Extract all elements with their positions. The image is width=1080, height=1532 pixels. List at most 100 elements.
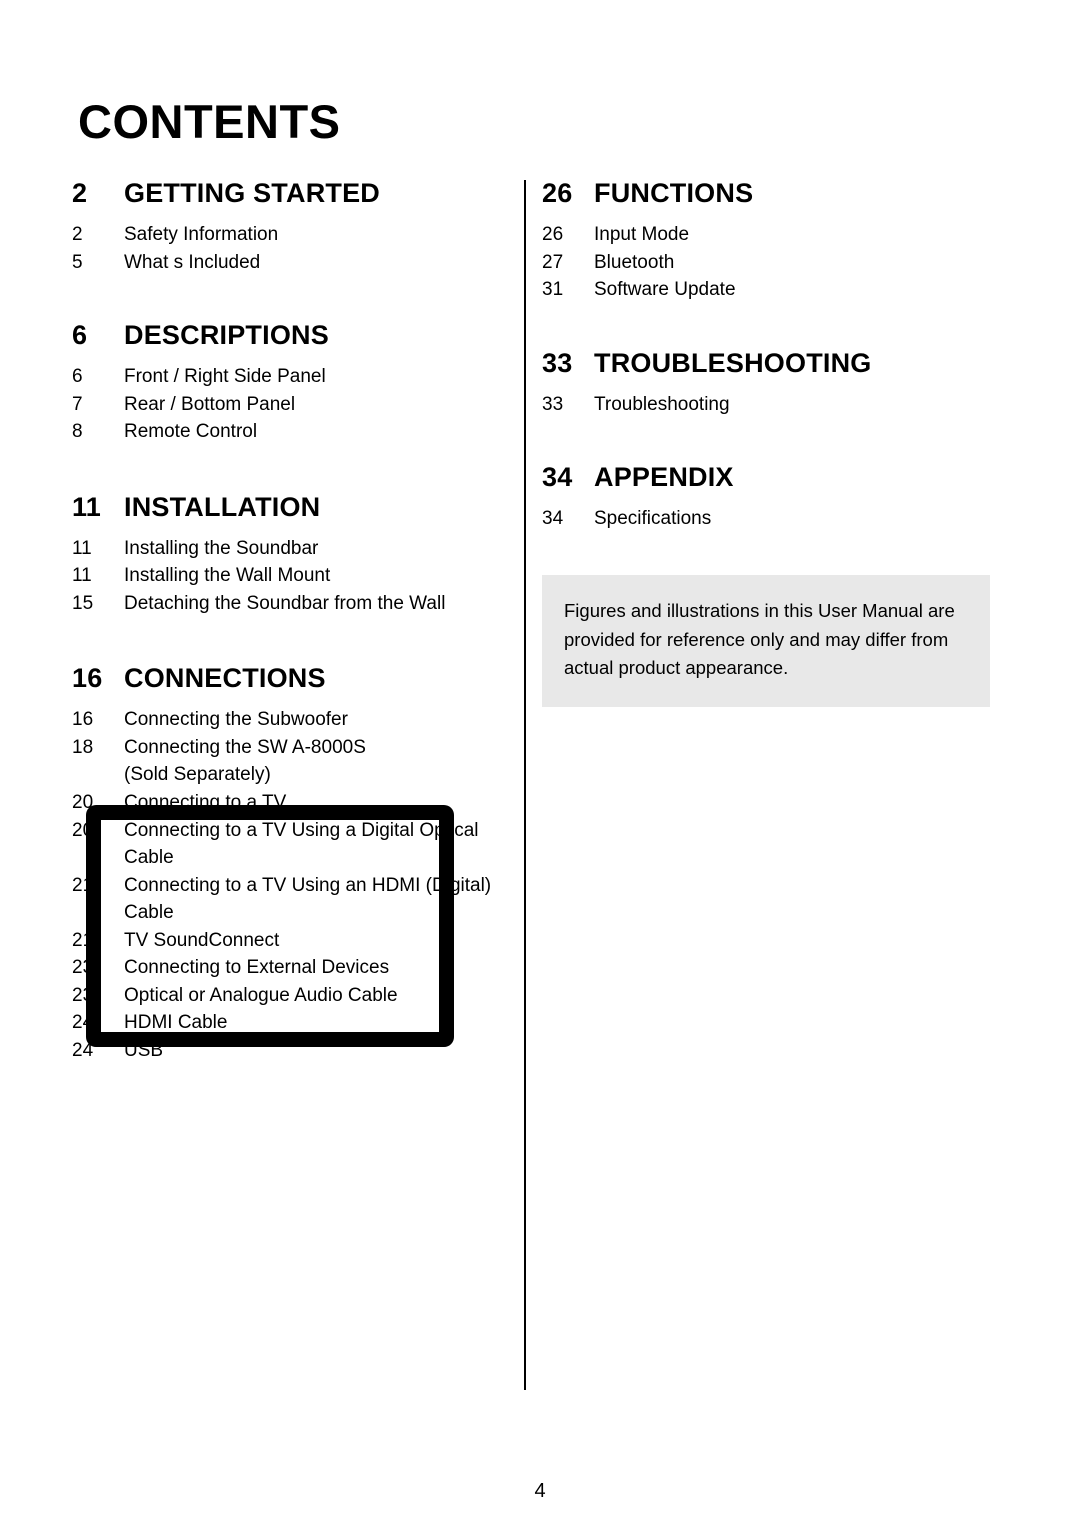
toc-entry-label-continued: Cable: [124, 847, 174, 869]
toc-entry[interactable]: 20 Connecting to a TV Using a Digital Opt…: [72, 817, 512, 872]
toc-entry[interactable]: 24 HDMI Cable: [72, 1009, 512, 1037]
toc-entry-label: Installing the Soundbar: [124, 537, 319, 559]
toc-entry[interactable]: 6 Front / Right Side Panel: [72, 363, 512, 391]
toc-section-page-number: 11: [72, 491, 101, 522]
toc-entry-page-number: 21: [72, 929, 94, 951]
toc-entry-label: Specifications: [594, 508, 712, 530]
toc-section-title: DESCRIPTIONS: [124, 320, 329, 351]
toc-entry-label: Connecting the SW A-8000S (Sold Separatel…: [124, 734, 512, 789]
toc-section-heading[interactable]: 2 GETTING STARTED: [72, 178, 512, 209]
toc-entry-list: 26 Input Mode 27 Bluetooth 31 Software Update: [542, 221, 1002, 304]
toc-entry-label: Front / Right Side Panel: [124, 366, 326, 388]
toc-entry-page-number: 6: [72, 366, 83, 388]
toc-entry-label: Software Update: [594, 279, 736, 301]
toc-entry-label: Connecting to External Devices: [124, 957, 390, 979]
toc-entry-label: HDMI Cable: [124, 1012, 228, 1034]
toc-section: 26 FUNCTIONS 26 Input Mode 27 Bluetooth 31 Soft…: [542, 178, 1002, 304]
toc-entry[interactable]: 26 Input Mode: [542, 221, 1002, 249]
toc-entry-page-number: 23: [72, 984, 94, 1006]
toc-section-title: FUNCTIONS: [594, 178, 754, 208]
toc-entry-page-number: 24: [72, 1039, 94, 1061]
toc-entry-label-continued: Cable: [124, 902, 174, 924]
toc-entry[interactable]: 5 What s Included: [72, 249, 512, 277]
toc-entry-page-number: 11: [72, 537, 92, 559]
toc-section-page-number: 2: [72, 178, 88, 208]
toc-entry[interactable]: 2 Safety Information: [72, 221, 512, 249]
toc-entry-label: Detaching the Soundbar from the Wall: [124, 592, 446, 614]
toc-section-page-number: 33: [542, 347, 573, 378]
toc-entry-page-number: 21: [72, 874, 94, 896]
toc-entry-label: Connecting to a TV Using a Digital Optic…: [124, 817, 512, 872]
toc-entry-page-number: 20: [72, 792, 94, 814]
toc-entry-page-number: 24: [72, 1012, 94, 1034]
toc-section-heading[interactable]: 26 FUNCTIONS: [542, 178, 1002, 209]
toc-entry-page-number: 23: [72, 957, 94, 979]
toc-entry-label: Rear / Bottom Panel: [124, 393, 296, 415]
toc-entry[interactable]: 16 Connecting the Subwoofer: [72, 706, 512, 734]
toc-entry-label: USB: [124, 1039, 164, 1061]
toc-entry[interactable]: 20 Connecting to a TV: [72, 789, 512, 817]
toc-entry[interactable]: 21 TV SoundConnect: [72, 927, 512, 955]
toc-section-title: TROUBLESHOOTING: [594, 347, 872, 378]
toc-section-heading[interactable]: 6 DESCRIPTIONS: [72, 320, 512, 351]
toc-entry-page-number: 5: [72, 251, 83, 273]
toc-entry-label: Optical or Analogue Audio Cable: [124, 984, 398, 1006]
toc-left-column: 2 GETTING STARTED 2 Safety Information 5 What…: [72, 178, 512, 1064]
toc-entry-page-number: 7: [72, 393, 83, 415]
toc-entry[interactable]: 27 Bluetooth: [542, 249, 1002, 277]
toc-entry-page-number: 18: [72, 736, 94, 758]
toc-entry[interactable]: 21 Connecting to a TV Using an HDMI (Digi…: [72, 872, 512, 927]
toc-entry-label: Safety Information: [124, 224, 279, 245]
toc-entry-list: 11 Installing the Soundbar 11 Installing th…: [72, 535, 512, 618]
toc-entry[interactable]: 23 Connecting to External Devices: [72, 954, 512, 982]
toc-entry[interactable]: 15 Detaching the Soundbar from the Wall: [72, 590, 512, 618]
toc-entry-page-number: 16: [72, 709, 94, 731]
toc-entry[interactable]: 11 Installing the Wall Mount: [72, 562, 512, 590]
toc-entry-label: Connecting to a TV Using an HDMI (Digita…: [124, 872, 512, 927]
toc-entry-label: Remote Control: [124, 421, 258, 443]
toc-section: 11 INSTALLATION 11 Installing the Soundbar 1…: [72, 492, 512, 618]
toc-entry[interactable]: 11 Installing the Soundbar: [72, 535, 512, 563]
toc-entry[interactable]: 8 Remote Control: [72, 418, 512, 446]
toc-section-page-number: 16: [72, 663, 103, 694]
toc-entry[interactable]: 24 USB: [72, 1037, 512, 1065]
toc-entry-label: Connecting to a TV: [124, 792, 287, 814]
toc-section-page-number: 34: [542, 462, 573, 493]
toc-entry-page-number: 15: [72, 592, 94, 614]
toc-entry-list: 16 Connecting the Subwoofer 18 Connecting t…: [72, 706, 512, 1064]
toc-entry[interactable]: 18 Connecting the SW A-8000S (Sold Separat…: [72, 734, 512, 789]
toc-entry[interactable]: 34 Specifications: [542, 505, 1002, 533]
toc-entry-label: Connecting the Subwoofer: [124, 709, 348, 731]
toc-section-heading[interactable]: 33 TROUBLESHOOTING: [542, 348, 1002, 379]
toc-entry-label: Input Mode: [594, 224, 690, 245]
toc-entry-label: What s Included: [124, 251, 261, 273]
toc-entry-page-number: 11: [72, 565, 92, 587]
toc-entry-list: 34 Specifications: [542, 505, 1002, 533]
toc-section-title: INSTALLATION: [124, 491, 321, 522]
toc-entry-page-number: 34: [542, 508, 564, 530]
toc-entry-page-number: 26: [542, 224, 564, 245]
note-box: Figures and illustrations in this User M…: [542, 575, 990, 708]
toc-section-heading[interactable]: 11 INSTALLATION: [72, 492, 512, 523]
toc-entry[interactable]: 33 Troubleshooting: [542, 391, 1002, 419]
toc-entry-list: 2 Safety Information 5 What s Included: [72, 221, 512, 276]
toc-section: 16 CONNECTIONS 16 Connecting the Subwoofer 1…: [72, 663, 512, 1064]
toc-entry-label-continued: (Sold Separately): [124, 764, 271, 786]
toc-entry[interactable]: 31 Software Update: [542, 276, 1002, 304]
toc-entry-list: 6 Front / Right Side Panel 7 Rear / Bottom …: [72, 363, 512, 446]
toc-entry[interactable]: 7 Rear / Bottom Panel: [72, 391, 512, 419]
toc-right-column: 26 FUNCTIONS 26 Input Mode 27 Bluetooth 31 Soft…: [542, 178, 1002, 533]
toc-section-page-number: 6: [72, 320, 88, 351]
toc-section-heading[interactable]: 34 APPENDIX: [542, 462, 1002, 493]
toc-entry[interactable]: 23 Optical or Analogue Audio Cable: [72, 982, 512, 1010]
toc-entry-page-number: 8: [72, 421, 83, 443]
toc-section: 33 TROUBLESHOOTING 33 Troubleshooting: [542, 348, 1002, 419]
toc-section-title: GETTING STARTED: [124, 178, 380, 208]
toc-section-heading[interactable]: 16 CONNECTIONS: [72, 663, 512, 694]
toc-section-title: APPENDIX: [594, 462, 734, 493]
toc-section: 2 GETTING STARTED 2 Safety Information 5 What…: [72, 178, 512, 276]
toc-entry-page-number: 27: [542, 251, 564, 273]
toc-entry-list: 33 Troubleshooting: [542, 391, 1002, 419]
toc-page: CONTENTS 2 GETTING STARTED 2 Safety Informa…: [0, 0, 1080, 1532]
toc-entry-page-number: 2: [72, 224, 83, 245]
